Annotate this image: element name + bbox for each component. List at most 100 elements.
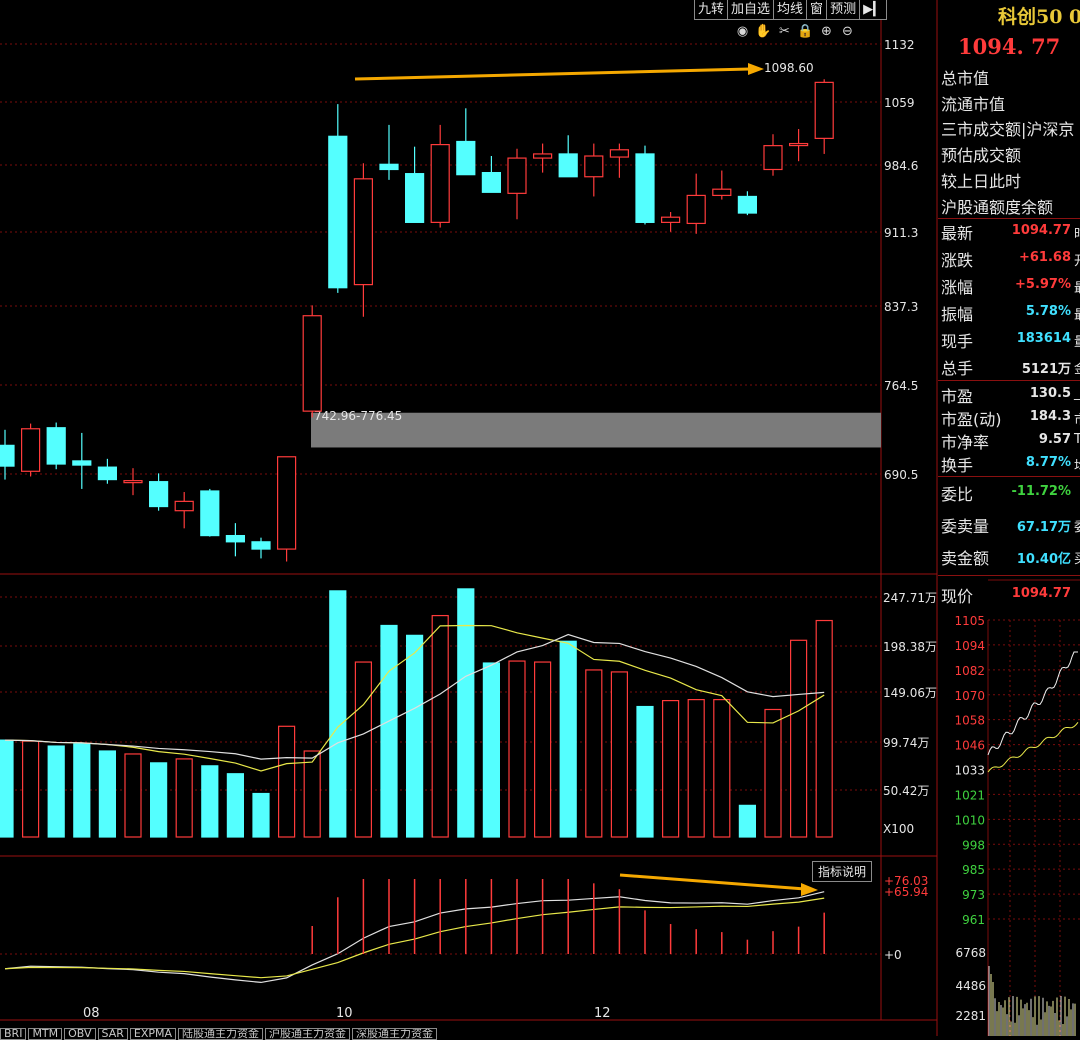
price-chart[interactable]: 1132 1059 984.6 911.3 837.3 764.5 690.5 742.96-… [0, 0, 1080, 1036]
volume-bar [789, 639, 808, 838]
volume-bar [585, 669, 603, 838]
volume-bar [380, 624, 398, 838]
candle-body [0, 444, 15, 467]
toolbar-button-5[interactable]: ▶▎ [859, 0, 888, 20]
valuation-row-label: 市盈 [941, 387, 974, 406]
indicator-tabs: BRI MTM OBV SAR EXPMA 陆股通主力资金 沪股通主力资金 深股通主力资金 [0, 1028, 439, 1040]
candle-body [302, 315, 322, 412]
candle-body [558, 153, 578, 178]
volume-tick-label: 198.38万 [883, 640, 937, 654]
stat-row-next-label: 金 [1074, 358, 1080, 377]
volume-bar [559, 640, 577, 838]
info-row-label: 总市值 [941, 69, 990, 88]
order-row-next-label: 买 [1074, 548, 1080, 567]
indicator-tab[interactable]: BRI [0, 1028, 27, 1040]
candle-body [660, 216, 681, 223]
panel-separator [938, 380, 1080, 381]
price-tick-label: 1132 [884, 38, 915, 52]
volume-bar [406, 634, 424, 838]
volume-bar [252, 792, 270, 838]
trend-arrow-head [748, 63, 764, 75]
volume-bar [124, 753, 142, 838]
volume-bar [533, 661, 552, 838]
volume-tick-label: 247.71万 [883, 591, 937, 605]
panel-separator [938, 575, 1080, 576]
toolbar-button-3[interactable]: 窗 [806, 0, 828, 20]
date-axis-label: 10 [336, 1006, 353, 1021]
indicator-tab[interactable]: 陆股通主力资金 [178, 1028, 264, 1040]
stat-row: 总手 5121万金 [941, 355, 1080, 381]
order-row-next-label: 委 [1074, 516, 1080, 535]
stat-row-value: 1094.77 [1011, 223, 1071, 238]
volume-unit-label: X100 [883, 822, 914, 836]
order-row: 卖金额 10.40亿买 [941, 545, 1080, 571]
lock-icon[interactable]: 🔒 [796, 24, 815, 40]
stat-row-label: 总手 [941, 359, 974, 378]
candle-body [481, 172, 501, 193]
stat-row: 最新 1094.77时 [941, 220, 1080, 246]
stat-row-next-label: 最 [1074, 277, 1080, 296]
volume-bar [201, 765, 219, 838]
security-name: 科创50 0 [998, 6, 1080, 28]
candle-body [737, 195, 758, 214]
volume-bar [815, 619, 833, 838]
volume-bar [47, 745, 65, 838]
volume-bar [303, 750, 321, 838]
candle-body [328, 135, 348, 289]
candle-body [379, 163, 399, 171]
candle-body [430, 143, 450, 223]
candle-body [46, 427, 66, 465]
indicator-tab[interactable]: MTM [28, 1028, 63, 1040]
valuation-row-next-label: 市 [1074, 409, 1080, 428]
volume-bar [175, 758, 193, 838]
volume-bar [610, 671, 629, 838]
indicator-tab[interactable]: OBV [64, 1028, 96, 1040]
stat-row: 现手 183614量 [941, 328, 1080, 354]
stat-row-value: +5.97% [1015, 277, 1071, 292]
valuation-row-label: 市净率 [941, 433, 990, 452]
intraday-price-row-value: 1094.77 [1011, 586, 1071, 601]
candle-body [72, 460, 92, 466]
volume-bar [661, 699, 680, 838]
valuation-row-label: 换手 [941, 456, 974, 475]
date-axis-label: 08 [83, 1006, 100, 1021]
zoom-in-icon[interactable]: ⊕ [817, 24, 836, 40]
candle-body [763, 145, 783, 171]
volume-bar [738, 804, 757, 838]
toolbar-button-0[interactable]: 九转 [694, 0, 729, 20]
candle-body [814, 81, 834, 139]
valuation-row-value: 130.5 [1029, 386, 1071, 401]
trend-arrow [354, 67, 751, 81]
scissors-icon[interactable]: ✂ [775, 24, 794, 40]
candle-body [456, 140, 476, 176]
info-row-label: 沪股通额度余额 [941, 197, 1054, 217]
valuation-row-value: 184.3 [1029, 409, 1071, 424]
volume-bar [73, 743, 91, 838]
toolbar-button-2[interactable]: 均线 [773, 0, 808, 20]
indicator-explain-button[interactable]: 指标说明 [812, 861, 873, 882]
hand-icon[interactable]: ✋ [754, 24, 773, 40]
toolbar-button-1[interactable]: 加自选 [727, 0, 775, 20]
candle-body [251, 541, 271, 550]
eye-icon[interactable]: ◉ [733, 24, 752, 40]
indicator-tab[interactable]: 沪股通主力资金 [265, 1028, 351, 1040]
candle-body [21, 428, 41, 472]
zoom-out-icon[interactable]: ⊖ [838, 24, 857, 40]
toolbar-button-4[interactable]: 预测 [826, 0, 861, 20]
candle-body [174, 500, 194, 512]
valuation-row: 换手 8.77%均 [941, 452, 1080, 478]
indicator-tab[interactable]: SAR [97, 1028, 128, 1040]
volume-bar [150, 762, 168, 838]
indicator-tab[interactable]: EXPMA [129, 1028, 177, 1040]
valuation-row-next-label: _ [1074, 386, 1080, 401]
indicator-tab[interactable]: 深股通主力资金 [352, 1028, 438, 1040]
peak-price-label: 1098.60 [764, 61, 814, 75]
candle-body [225, 534, 245, 543]
order-row-label: 委比 [941, 485, 974, 504]
indicator-tick-label: +0 [884, 948, 902, 962]
candle-body [277, 456, 297, 550]
candle-body [532, 153, 553, 159]
volume-tick-label: 149.06万 [883, 686, 937, 700]
volume-bar [278, 725, 296, 838]
gap-range-label: 742.96-776.45 [314, 409, 402, 423]
